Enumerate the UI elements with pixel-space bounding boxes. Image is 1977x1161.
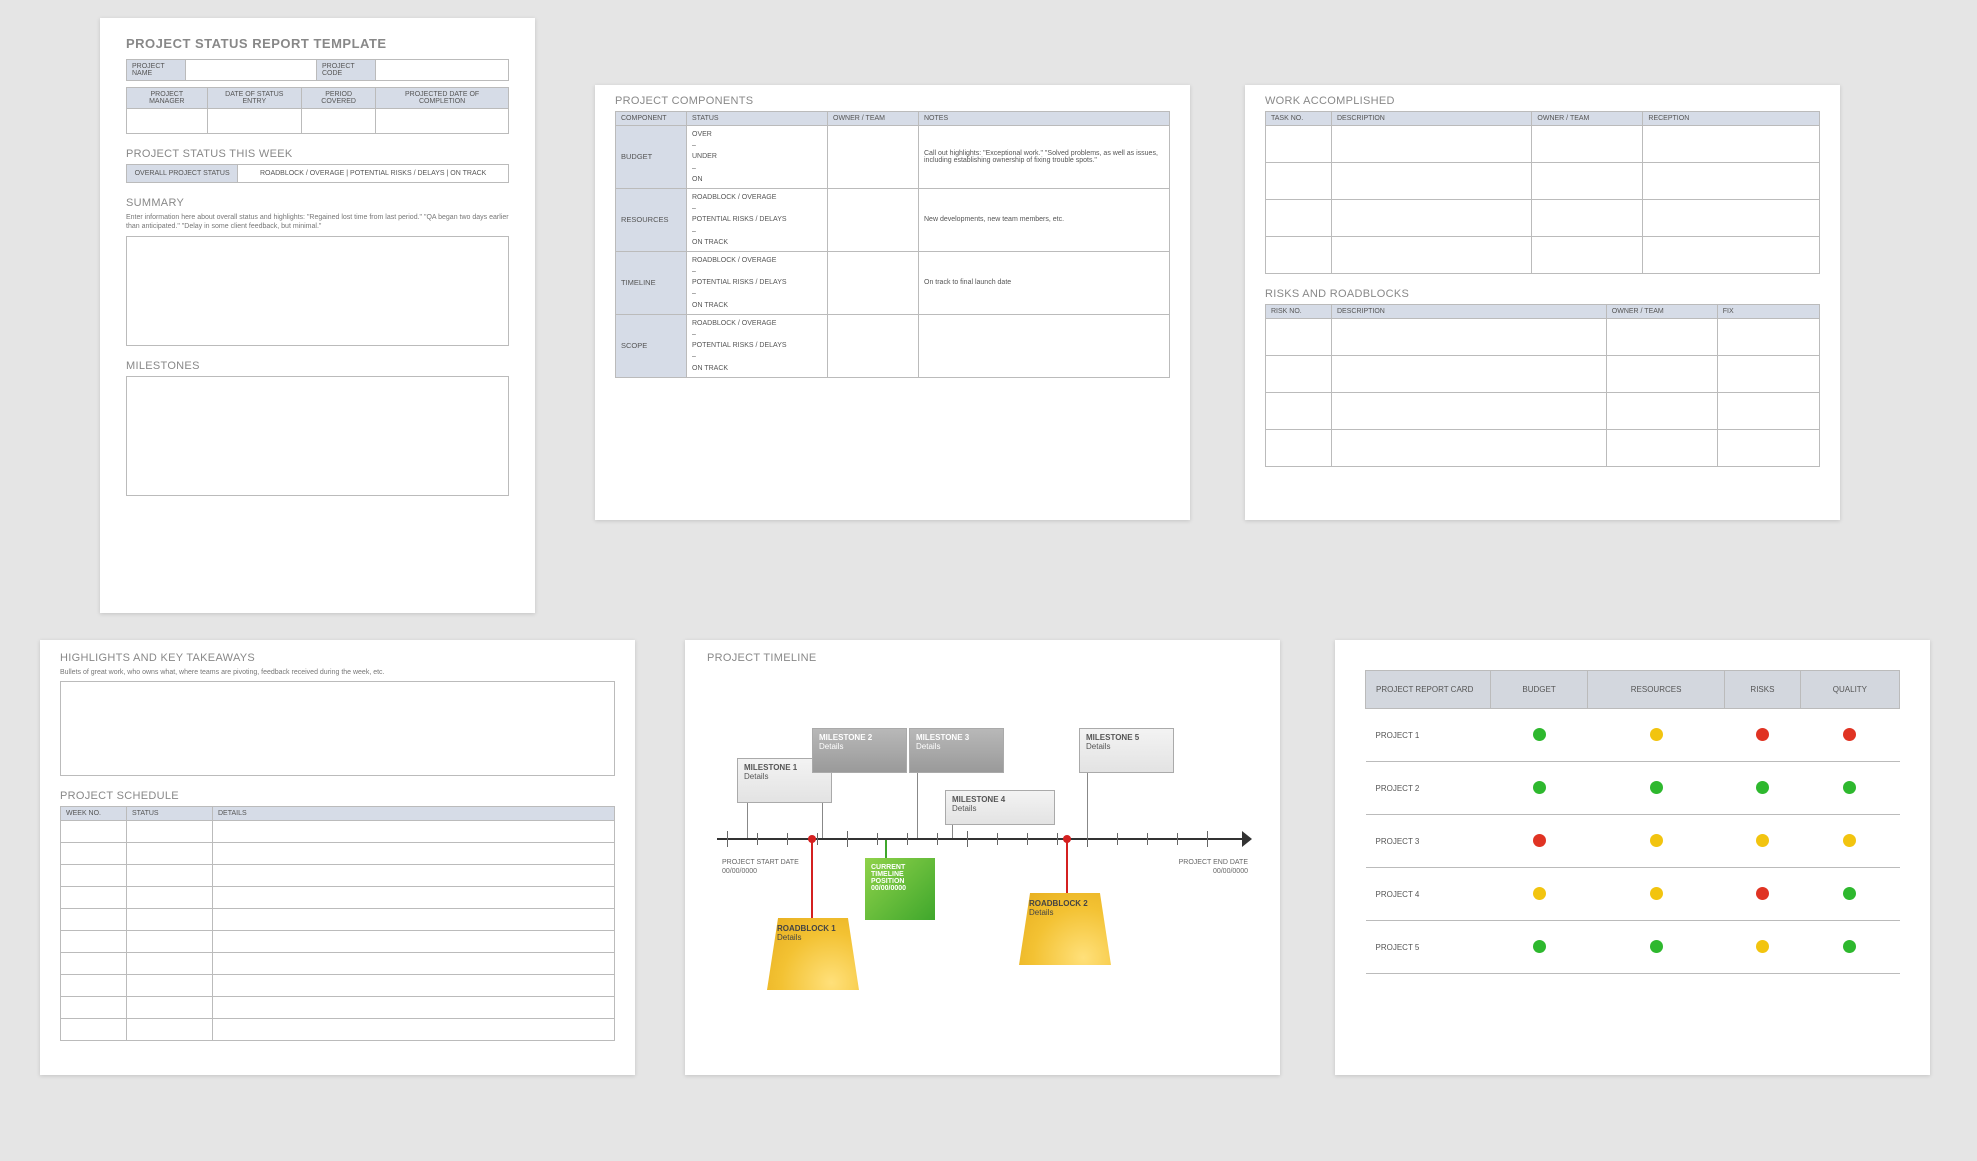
project-code-label: PROJECT CODE [317,60,376,81]
project-meta2-table: PROJECT MANAGER DATE OF STATUS ENTRY PER… [126,87,509,134]
milestone-box[interactable]: MILESTONE 4 Details [945,790,1055,825]
start-caption: PROJECT START DATE 00/00/0000 [722,858,812,876]
overall-status-row: OVERALL PROJECT STATUS ROADBLOCK / OVERA… [126,164,509,183]
table-row: PROJECT 4 [1366,868,1900,921]
risks-table: RISK NO. DESCRIPTION OWNER / TEAM FIX [1265,304,1820,467]
arrow-icon [1242,831,1252,847]
roadblock-box[interactable]: ROADBLOCK 1 Details [767,918,859,990]
milestone-box[interactable]: MILESTONE 5 Details [1079,728,1174,773]
milestone-box[interactable]: MILESTONE 2 Details [812,728,907,773]
components-table: COMPONENT STATUS OWNER / TEAM NOTES BUDG… [615,111,1170,378]
end-caption: PROJECT END DATE 00/00/0000 [1158,858,1248,876]
page-work-risks: WORK ACCOMPLISHED TASK NO. DESCRIPTION O… [1245,85,1840,520]
status-dot-icon [1533,781,1546,794]
table-row: TIMELINE ROADBLOCK / OVERAGE – POTENTIAL… [616,251,1170,314]
report-card-table: PROJECT REPORT CARD BUDGET RESOURCES RIS… [1365,670,1900,974]
page-report-card: PROJECT REPORT CARD BUDGET RESOURCES RIS… [1335,640,1930,1075]
table-row: RESOURCES ROADBLOCK / OVERAGE – POTENTIA… [616,188,1170,251]
work-heading: WORK ACCOMPLISHED [1265,95,1820,107]
roadblock-box[interactable]: ROADBLOCK 2 Details [1019,893,1111,965]
status-dot-icon [1756,887,1769,900]
project-code-value[interactable] [376,60,509,81]
template-gallery: PROJECT STATUS REPORT TEMPLATE PROJECT N… [0,0,1977,1161]
page-status-report-1: PROJECT STATUS REPORT TEMPLATE PROJECT N… [100,18,535,613]
status-dot-icon [1533,834,1546,847]
risks-heading: RISKS AND ROADBLOCKS [1265,288,1820,300]
table-row: PROJECT 3 [1366,815,1900,868]
col-owner: OWNER / TEAM [828,112,919,126]
page-project-timeline: PROJECT TIMELINE [685,640,1280,1075]
status-dot-icon [1843,781,1856,794]
status-dot-icon [1843,887,1856,900]
highlights-heading: HIGHLIGHTS AND KEY TAKEAWAYS [60,652,615,664]
page-project-components: PROJECT COMPONENTS COMPONENT STATUS OWNE… [595,85,1190,520]
status-this-week-heading: PROJECT STATUS THIS WEEK [126,148,509,160]
col-status: STATUS [687,112,828,126]
project-name-value[interactable] [186,60,317,81]
table-row: SCOPE ROADBLOCK / OVERAGE – POTENTIAL RI… [616,314,1170,377]
current-position-box[interactable]: CURRENT TIMELINE POSITION 00/00/0000 [865,858,935,920]
col-component: COMPONENT [616,112,687,126]
milestone-box[interactable]: MILESTONE 3 Details [909,728,1004,773]
status-dot-icon [1533,940,1546,953]
work-table: TASK NO. DESCRIPTION OWNER / TEAM RECEPT… [1265,111,1820,274]
table-row: PROJECT 5 [1366,921,1900,974]
summary-heading: SUMMARY [126,197,509,209]
project-meta-table: PROJECT NAME PROJECT CODE [126,59,509,81]
status-dot-icon [1533,728,1546,741]
status-dot-icon [1843,834,1856,847]
schedule-heading: PROJECT SCHEDULE [60,790,615,802]
report-title: PROJECT STATUS REPORT TEMPLATE [126,36,509,51]
col-status-date: DATE OF STATUS ENTRY [207,88,301,109]
schedule-table: WEEK NO. STATUS DETAILS [60,806,615,1041]
col-manager: PROJECT MANAGER [127,88,208,109]
timeline-chart: MILESTONE 1 Details MILESTONE 2 Details … [707,668,1258,1048]
summary-hint: Enter information here about overall sta… [126,213,509,232]
status-dot-icon [1533,887,1546,900]
overall-status-label: OVERALL PROJECT STATUS [127,165,238,182]
project-name-label: PROJECT NAME [127,60,186,81]
milestones-box[interactable] [126,376,509,496]
col-period: PERIOD COVERED [302,88,376,109]
status-dot-icon [1756,940,1769,953]
highlights-hint: Bullets of great work, who owns what, wh… [60,668,615,677]
components-heading: PROJECT COMPONENTS [615,95,1170,107]
table-row: PROJECT 1 [1366,709,1900,762]
page-highlights-schedule: HIGHLIGHTS AND KEY TAKEAWAYS Bullets of … [40,640,635,1075]
status-dot-icon [1756,834,1769,847]
timeline-heading: PROJECT TIMELINE [707,652,1258,664]
col-notes: NOTES [919,112,1170,126]
col-completion: PROJECTED DATE OF COMPLETION [376,88,509,109]
table-row: BUDGET OVER – UNDER – ON Call out highli… [616,126,1170,189]
status-dot-icon [1843,940,1856,953]
status-dot-icon [1650,834,1663,847]
status-dot-icon [1650,940,1663,953]
timeline-axis [717,838,1248,840]
milestones-heading: MILESTONES [126,360,509,372]
table-row: PROJECT 2 [1366,762,1900,815]
summary-box[interactable] [126,236,509,346]
status-dot-icon [1650,781,1663,794]
overall-status-options[interactable]: ROADBLOCK / OVERAGE | POTENTIAL RISKS / … [238,165,508,182]
status-dot-icon [1756,728,1769,741]
status-dot-icon [1650,887,1663,900]
highlights-box[interactable] [60,681,615,776]
status-dot-icon [1650,728,1663,741]
status-dot-icon [1756,781,1769,794]
status-dot-icon [1843,728,1856,741]
